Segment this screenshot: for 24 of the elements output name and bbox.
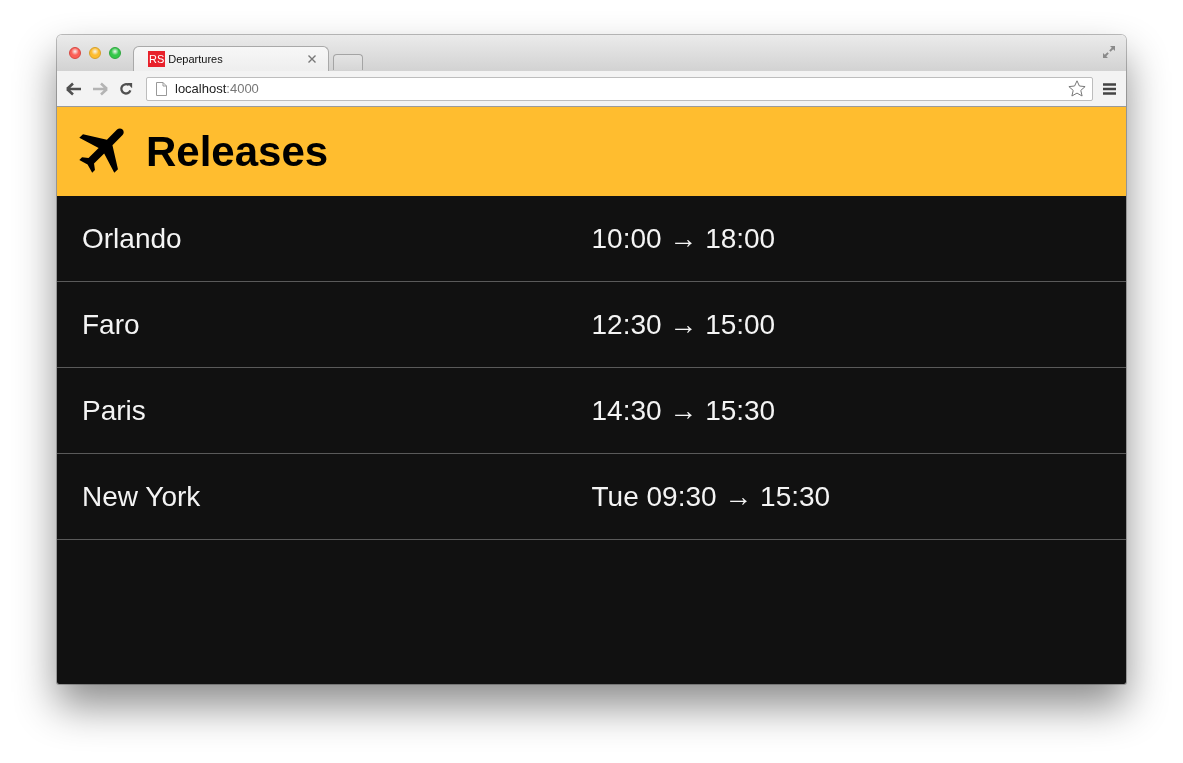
bookmark-star-icon[interactable] — [1068, 80, 1086, 97]
zoom-window-icon[interactable] — [109, 47, 121, 59]
address-bar[interactable]: localhost:4000 — [146, 76, 1093, 101]
browser-tab[interactable]: RS Departures — [133, 46, 329, 71]
page-icon — [156, 81, 167, 96]
site-favicon: RS — [148, 51, 166, 67]
minimize-window-icon[interactable] — [89, 47, 101, 59]
departure-time: Tue 09:30 → 15:30 — [591, 480, 831, 513]
departure-time: 12:30 → 15:00 — [591, 308, 776, 341]
destination-name: New York — [82, 480, 201, 513]
destination-name: Faro — [82, 308, 140, 341]
url-text: localhost:4000 — [175, 81, 260, 96]
back-arrow-icon[interactable] — [66, 81, 82, 96]
departure-time: 14:30 → 15:30 — [591, 394, 776, 427]
close-window-icon[interactable] — [69, 47, 81, 59]
fullscreen-icon[interactable] — [1102, 45, 1116, 59]
departure-time: 10:00 → 18:00 — [591, 222, 776, 255]
menu-icon[interactable] — [1103, 82, 1116, 95]
new-tab-button[interactable] — [333, 54, 363, 70]
reload-icon[interactable] — [118, 81, 134, 96]
destination-name: Orlando — [82, 222, 182, 255]
close-tab-icon[interactable] — [308, 55, 316, 63]
destination-name: Paris — [82, 394, 146, 427]
page-title: Releases — [146, 130, 329, 173]
